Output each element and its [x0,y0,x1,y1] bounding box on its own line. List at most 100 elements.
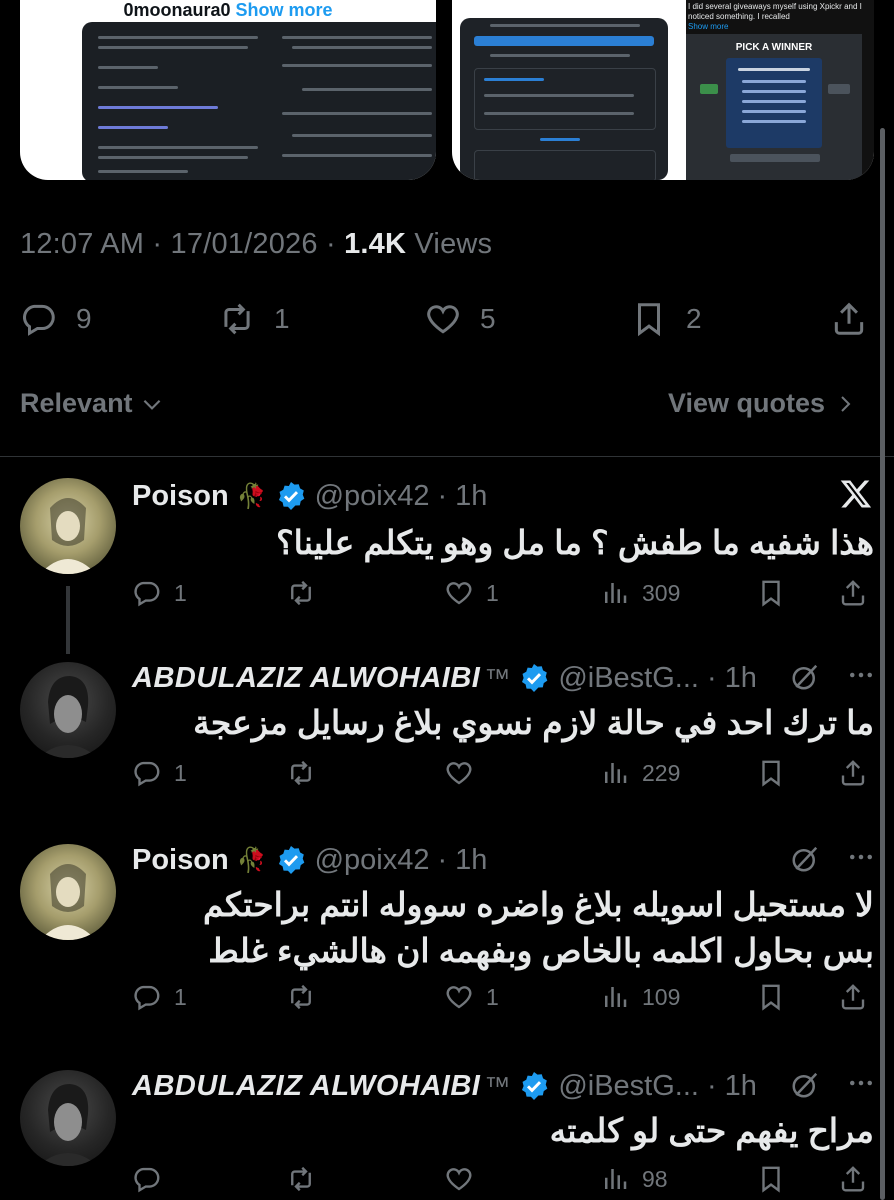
avatar-illustration [38,676,98,758]
bookmark-button[interactable] [756,578,786,608]
media-preview-right[interactable]: I did several giveaways myself using Xpi… [452,0,874,180]
reply-button[interactable]: 1 [132,758,187,788]
avatar[interactable] [20,478,116,574]
reply-button[interactable]: 9 [20,300,92,338]
avatar[interactable] [20,844,116,940]
reply-actions: 1 1 109 [132,982,874,1018]
share-icon [841,580,865,606]
views-button[interactable]: 98 [600,1164,668,1194]
view-count: 229 [642,759,681,786]
like-count: 5 [480,303,496,334]
bookmark-button[interactable] [756,982,786,1012]
display-name[interactable]: Poison [132,844,229,877]
preview-form-screenshot [460,18,668,180]
avatar[interactable] [20,662,116,758]
more-options-icon[interactable] [846,842,876,877]
view-quotes-link[interactable]: View quotes [668,388,857,419]
verified-badge-icon [278,482,304,510]
like-button[interactable]: 1 [444,982,499,1012]
grok-icon[interactable] [790,844,820,879]
reply-button[interactable] [132,1164,174,1194]
reply-icon [134,1167,160,1193]
like-button[interactable]: 1 [444,578,499,608]
reply-item[interactable]: ABDULAZIZ ALWOHAIBI ™ @iBestG... · 1h ما… [0,660,894,800]
user-handle[interactable]: @iBestG... [558,662,699,695]
share-button[interactable] [838,1164,868,1194]
share-icon [841,1166,865,1192]
repost-button[interactable]: 1 [218,300,290,338]
reply-actions: 98 [132,1164,874,1200]
reply-icon [23,304,55,336]
reply-time: 1h [455,843,488,876]
analytics-icon [605,987,627,1007]
bookmark-button[interactable]: 2 [630,300,702,338]
like-button[interactable] [444,1164,486,1194]
views-label: Views [414,228,493,260]
display-name[interactable]: ABDULAZIZ ALWOHAIBI [132,1070,480,1103]
chevron-down-icon [143,399,160,410]
display-name[interactable]: ABDULAZIZ ALWOHAIBI [132,662,480,695]
more-options-icon[interactable] [846,660,876,695]
bookmark-button[interactable] [756,758,786,788]
relevant-dropdown[interactable]: Relevant [20,388,165,419]
grok-icon[interactable] [790,1070,820,1105]
rose-icon: 🥀 [236,482,267,510]
user-handle[interactable]: @iBestG... [558,1070,699,1103]
avatar[interactable] [20,1070,116,1166]
preview-show-more[interactable]: Show more [236,0,333,20]
repost-icon [291,760,311,786]
preview-right-show-more[interactable]: Show more [688,22,728,31]
reply-icon [134,761,160,787]
repost-button[interactable] [286,1164,328,1194]
reply-count: 1 [174,759,187,786]
verified-badge-icon [522,1072,548,1100]
share-button[interactable] [838,578,868,608]
reply-actions: 1 229 [132,758,874,794]
share-button[interactable] [838,982,868,1012]
media-preview-left[interactable]: 0moonaura0 Show more [20,0,436,180]
verified-badge-icon [278,846,304,874]
analytics-icon [605,1169,627,1189]
display-name[interactable]: Poison [132,480,229,513]
reply-button[interactable]: 1 [132,982,187,1012]
x-logo-icon [838,476,874,517]
analytics-icon [605,763,627,783]
repost-button[interactable] [286,982,328,1012]
post-time: 12:07 AM [20,228,145,260]
reply-item[interactable]: Poison 🥀 @poix42 · 1h لا مستحيل اسويله ب… [0,842,894,1022]
views-button[interactable]: 109 [600,982,680,1012]
reply-text-line-1: لا مستحيل اسويله بلاغ واضره سووله انتم ب… [203,886,874,923]
like-button[interactable] [444,758,486,788]
bookmark-button[interactable] [756,1164,786,1194]
grok-icon[interactable] [790,662,820,697]
share-icon [834,302,864,335]
more-options-icon[interactable] [846,1068,876,1103]
repost-button[interactable] [286,578,328,608]
bookmark-icon [762,1166,780,1193]
user-handle[interactable]: @poix42 [315,480,430,513]
reply-time: 1h [455,479,488,512]
heart-icon [446,762,472,785]
share-button[interactable] [838,758,868,788]
share-button[interactable] [830,300,868,338]
heart-icon [446,1168,472,1191]
view-count: 98 [642,1165,668,1192]
reply-item[interactable]: ABDULAZIZ ALWOHAIBI ™ @iBestG... · 1h مر… [0,1068,894,1200]
repost-button[interactable] [286,758,328,788]
reply-button[interactable]: 1 [132,578,187,608]
like-button[interactable]: 5 [424,300,496,338]
reply-time: 1h [724,661,757,694]
reply-count: 1 [174,983,187,1010]
scrollbar[interactable] [880,128,885,1200]
view-count: 309 [642,579,681,606]
trademark-mark: ™ [484,662,511,693]
views-button[interactable]: 229 [600,758,680,788]
reply-item[interactable]: Poison 🥀 @poix42 · 1h هذا شفيه ما طفش ؟ … [0,478,894,618]
views-button[interactable]: 309 [600,578,680,608]
share-icon [841,760,865,786]
user-handle[interactable]: @poix42 [315,844,430,877]
avatar-illustration [40,864,96,940]
post-actions: 9 1 5 2 [0,300,894,344]
trademark-mark: ™ [484,1070,511,1101]
views-count: 1.4K [344,228,407,260]
